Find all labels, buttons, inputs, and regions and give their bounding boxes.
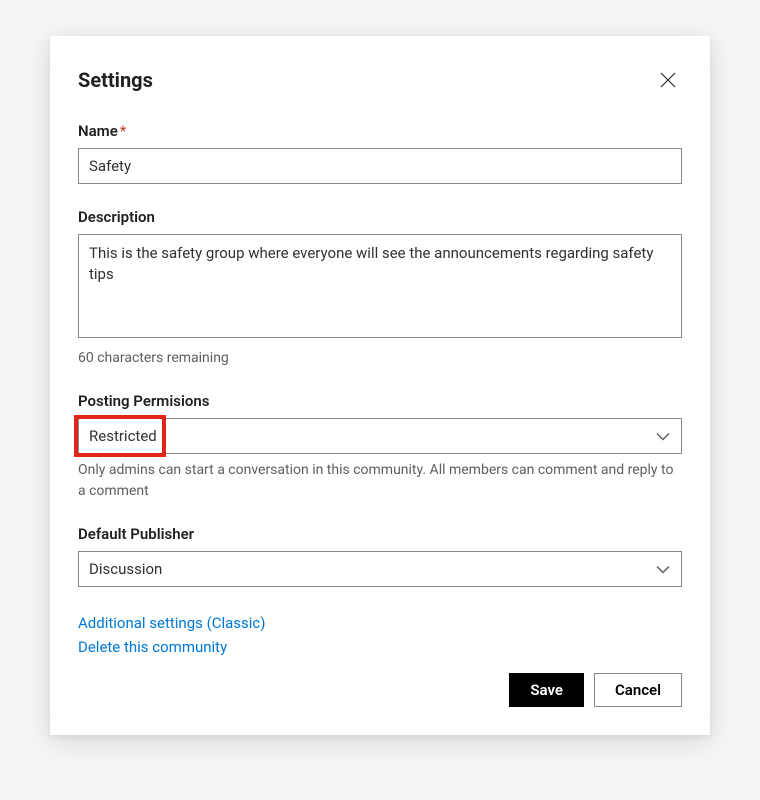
additional-settings-link[interactable]: Additional settings (Classic) [78,611,266,635]
default-publisher-block: Default Publisher Discussion [78,525,682,587]
name-label: Name* [78,122,682,140]
posting-permissions-value: Restricted [89,427,157,445]
panel-title: Settings [78,68,153,92]
description-textarea[interactable] [78,234,682,338]
name-input[interactable] [78,148,682,184]
default-publisher-value: Discussion [89,560,162,578]
posting-permissions-helper: Only admins can start a conversation in … [78,460,682,501]
save-button[interactable]: Save [509,673,584,707]
delete-community-link[interactable]: Delete this community [78,635,227,659]
description-field-block: Description 60 characters remaining [78,208,682,368]
link-list: Additional settings (Classic) Delete thi… [78,611,682,659]
description-remaining: 60 characters remaining [78,348,682,368]
close-button[interactable] [654,66,682,94]
default-publisher-label: Default Publisher [78,525,682,543]
default-publisher-select-wrap: Discussion [78,551,682,587]
settings-panel: Settings Name* Description 60 characters… [50,36,710,735]
required-mark: * [120,122,126,140]
posting-permissions-select-wrap: Restricted [78,418,682,454]
footer-actions: Save Cancel [78,673,682,707]
posting-permissions-label: Posting Permisions [78,392,682,410]
header-row: Settings [78,66,682,94]
close-icon [659,71,677,89]
cancel-button[interactable]: Cancel [594,673,682,707]
default-publisher-select[interactable]: Discussion [78,551,682,587]
posting-permissions-select[interactable]: Restricted [78,418,682,454]
posting-permissions-block: Posting Permisions Restricted Only admin… [78,392,682,501]
name-field-block: Name* [78,122,682,184]
description-label: Description [78,208,682,226]
name-label-text: Name [78,122,118,140]
